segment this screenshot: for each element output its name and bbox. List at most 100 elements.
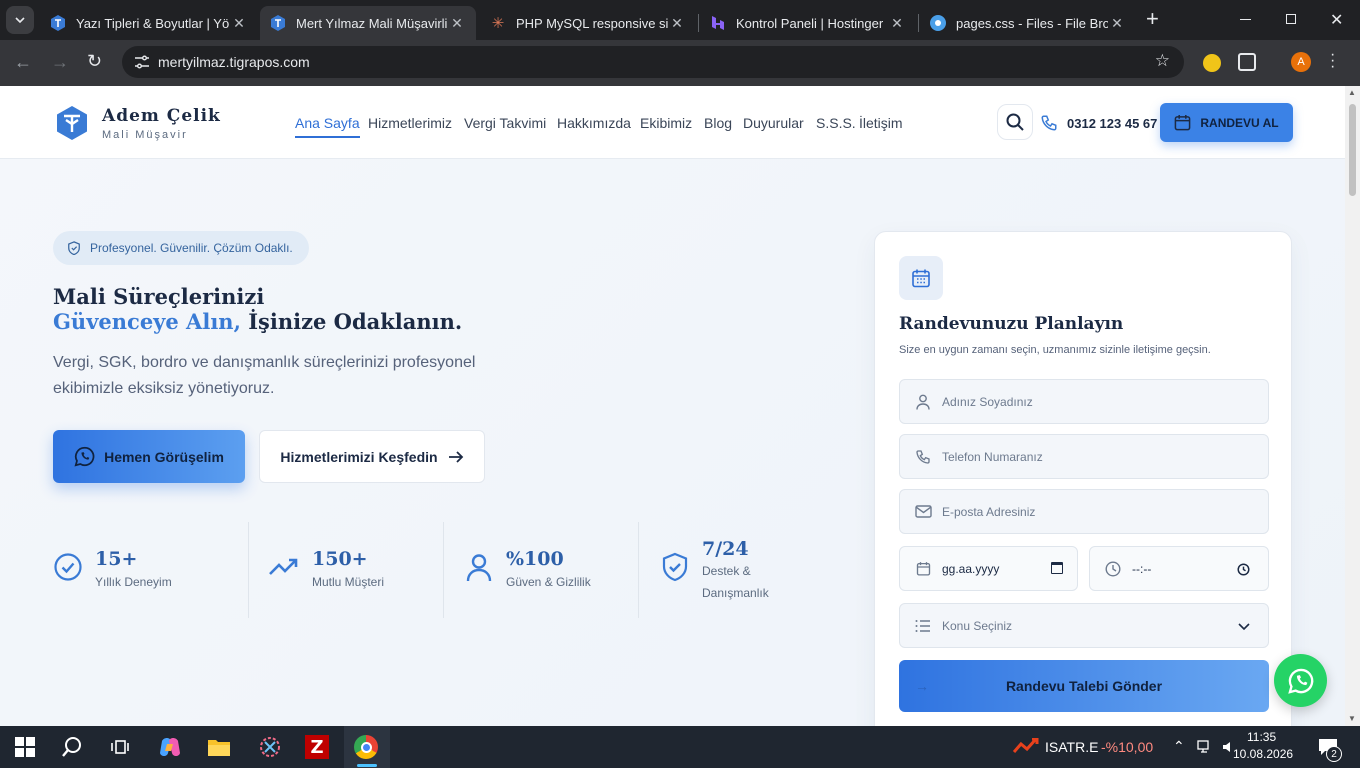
tab-separator bbox=[918, 14, 919, 32]
scrollbar-thumb[interactable] bbox=[1349, 104, 1356, 196]
snipping-tool-icon[interactable] bbox=[258, 735, 282, 759]
nav-iletisim[interactable]: İletişim bbox=[859, 115, 903, 131]
close-icon[interactable]: ✕ bbox=[1108, 15, 1126, 32]
clock-date[interactable]: 10.08.2026 bbox=[1233, 747, 1293, 761]
close-icon[interactable]: ✕ bbox=[888, 15, 906, 32]
close-icon[interactable]: ✕ bbox=[230, 15, 248, 32]
hero-title-line1: Mali Süreçlerinizi bbox=[53, 284, 265, 309]
topic-placeholder: Konu Seçiniz bbox=[942, 618, 1013, 633]
nav-hakkimizda[interactable]: Hakkımızda bbox=[557, 115, 631, 131]
new-tab-icon[interactable]: + bbox=[1146, 8, 1159, 30]
brand-name[interactable]: Adem Çelik bbox=[102, 106, 221, 126]
back-icon[interactable]: ← bbox=[14, 52, 32, 73]
reload-icon[interactable]: ↻ bbox=[87, 51, 102, 72]
arrow-right-icon bbox=[448, 450, 463, 463]
extension-bolt-icon[interactable] bbox=[1203, 54, 1221, 72]
whatsapp-float-button[interactable] bbox=[1274, 654, 1327, 707]
minimize-icon[interactable] bbox=[1240, 19, 1251, 20]
name-placeholder: Adınız Soyadınız bbox=[942, 394, 1033, 409]
hero-title: Mali Süreçlerinizi Güvenceye Alın, İşini… bbox=[53, 284, 462, 334]
close-icon[interactable]: ✕ bbox=[448, 15, 466, 32]
browser-tab-strip: Yazı Tipleri & Boyutlar | Yöne ✕ Mert Yı… bbox=[0, 0, 1360, 40]
menu-kebab-icon[interactable]: · · · bbox=[1330, 47, 1335, 75]
date-picker-icon[interactable] bbox=[1051, 562, 1063, 574]
taskbar-search-icon[interactable] bbox=[60, 735, 84, 759]
appointment-form-card: Randevunuzu Planlayın Size en uygun zama… bbox=[874, 231, 1292, 726]
file-explorer-icon[interactable] bbox=[207, 735, 231, 759]
contact-now-button[interactable]: Hemen Görüşelim bbox=[53, 430, 245, 483]
name-field[interactable]: Adınız Soyadınız bbox=[899, 379, 1269, 424]
page-scrollbar[interactable]: ▲ ▼ bbox=[1345, 86, 1360, 726]
tray-chevron-icon[interactable]: ⌃ bbox=[1173, 738, 1185, 755]
windows-start-icon[interactable] bbox=[13, 735, 37, 759]
window-close-icon[interactable]: ✕ bbox=[1330, 10, 1343, 30]
hero-title-highlight: Güvenceye Alın, bbox=[53, 309, 241, 334]
phone-icon bbox=[914, 449, 932, 465]
explore-services-button[interactable]: Hizmetlerimizi Keşfedin bbox=[259, 430, 485, 483]
submit-appointment-button[interactable]: → Randevu Talebi Gönder bbox=[899, 660, 1269, 712]
email-field[interactable]: E-posta Adresiniz bbox=[899, 489, 1269, 534]
filezilla-icon[interactable]: Z bbox=[305, 735, 329, 759]
brand-logo-icon[interactable] bbox=[54, 105, 90, 141]
network-icon[interactable] bbox=[1197, 740, 1213, 754]
browser-tab-active[interactable]: Mert Yılmaz Mali Müşavirlik ✕ bbox=[260, 6, 476, 40]
clock-time[interactable]: 11:35 bbox=[1247, 730, 1276, 744]
stock-ticker-icon bbox=[1013, 738, 1039, 753]
chrome-taskbar-active[interactable] bbox=[344, 726, 390, 768]
nav-ana-sayfa[interactable]: Ana Sayfa bbox=[295, 115, 360, 138]
shield-icon bbox=[68, 241, 80, 255]
copilot-icon[interactable] bbox=[158, 735, 182, 759]
stat-support: 7/24 Destek & Danışmanlık bbox=[660, 522, 800, 618]
forward-icon[interactable]: → bbox=[51, 52, 69, 73]
url-bar[interactable]: mertyilmaz.tigrapos.com ☆ bbox=[122, 46, 1184, 78]
tab-title: Yazı Tipleri & Boyutlar | Yöne bbox=[76, 15, 230, 31]
nav-ekibimiz[interactable]: Ekibimiz bbox=[640, 115, 692, 131]
nav-hizmetlerimiz[interactable]: Hizmetlerimiz bbox=[368, 115, 452, 131]
tab-title: Kontrol Paneli | Hostinger bbox=[736, 15, 884, 31]
phone-number: 0312 123 45 67 bbox=[1067, 115, 1158, 131]
windows-taskbar: Z ISATR.E -%10,00 ⌃ 11:35 10.08.2026 2 bbox=[0, 726, 1360, 768]
time-picker-icon[interactable] bbox=[1237, 563, 1250, 576]
restore-icon[interactable] bbox=[1286, 14, 1296, 24]
date-field[interactable]: gg.aa.yyyy bbox=[899, 546, 1078, 591]
browser-tab[interactable]: ✳ PHP MySQL responsive site ✕ bbox=[480, 6, 696, 40]
submit-arrow-icon: → bbox=[915, 678, 929, 694]
browser-tab[interactable]: pages.css - Files - File Brows ✕ bbox=[920, 6, 1136, 40]
browser-toolbar: ← → ↻ mertyilmaz.tigrapos.com ☆ A · · · bbox=[0, 40, 1360, 86]
date-placeholder: gg.aa.yyyy bbox=[942, 561, 1000, 576]
tab-title: PHP MySQL responsive site bbox=[516, 15, 668, 31]
ticker-change[interactable]: -%10,00 bbox=[1101, 739, 1153, 755]
phone-field[interactable]: Telefon Numaranız bbox=[899, 434, 1269, 479]
scroll-down-icon[interactable]: ▼ bbox=[1348, 714, 1356, 723]
list-icon bbox=[914, 619, 932, 633]
nav-sss[interactable]: S.S.S. bbox=[816, 115, 856, 131]
stat-experience: 15+ Yıllık Deneyim bbox=[53, 522, 233, 618]
stat-divider bbox=[638, 522, 639, 618]
phone-link[interactable]: 0312 123 45 67 bbox=[1040, 114, 1157, 132]
ticker-name[interactable]: ISATR.E bbox=[1045, 739, 1098, 755]
browser-tab[interactable]: Yazı Tipleri & Boyutlar | Yöne ✕ bbox=[40, 6, 258, 40]
nav-duyurular[interactable]: Duyurular bbox=[743, 115, 804, 131]
close-icon[interactable]: ✕ bbox=[668, 15, 686, 32]
topic-select[interactable]: Konu Seçiniz bbox=[899, 603, 1269, 648]
calendar-icon bbox=[914, 561, 932, 576]
time-field[interactable]: --:-- bbox=[1089, 546, 1269, 591]
nav-vergi-takvimi[interactable]: Vergi Takvimi bbox=[464, 115, 546, 131]
site-settings-icon[interactable] bbox=[134, 55, 150, 69]
scroll-up-icon[interactable]: ▲ bbox=[1348, 88, 1356, 97]
stat-value: 150+ bbox=[312, 548, 368, 570]
browser-tab[interactable]: Kontrol Paneli | Hostinger ✕ bbox=[700, 6, 916, 40]
whatsapp-icon bbox=[74, 446, 95, 467]
stat-label: Yıllık Deneyim bbox=[95, 575, 172, 589]
file-browser-icon bbox=[930, 15, 946, 31]
extension-puzzle-icon[interactable] bbox=[1238, 53, 1256, 71]
bookmark-star-icon[interactable]: ☆ bbox=[1155, 51, 1170, 71]
nav-blog[interactable]: Blog bbox=[704, 115, 732, 131]
tab-search-button[interactable] bbox=[6, 6, 34, 34]
profile-avatar[interactable]: A bbox=[1291, 52, 1311, 72]
appointment-button[interactable]: RANDEVU AL bbox=[1160, 103, 1293, 142]
task-view-icon[interactable] bbox=[108, 735, 132, 759]
notification-badge: 2 bbox=[1326, 746, 1342, 762]
search-button[interactable] bbox=[997, 104, 1033, 140]
notification-count: 2 bbox=[1331, 748, 1337, 760]
